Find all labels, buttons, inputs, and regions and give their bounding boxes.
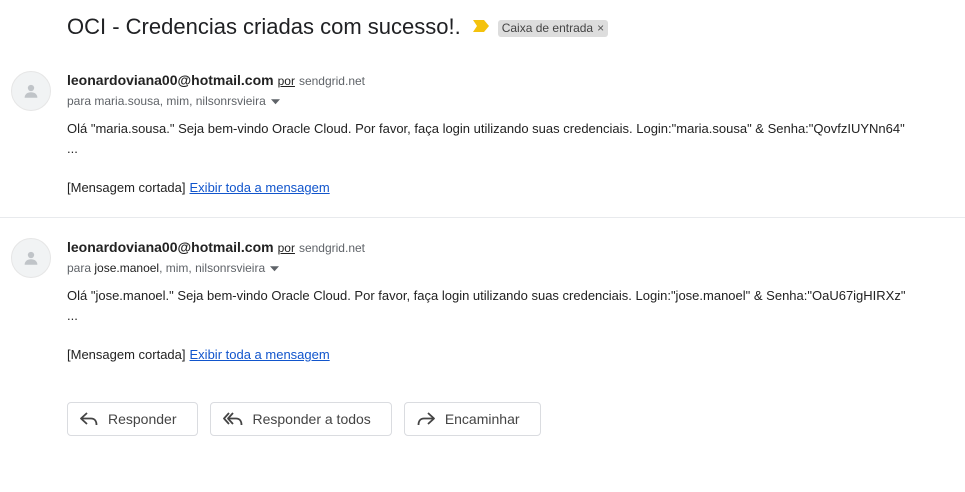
importance-marker-icon[interactable] <box>472 19 489 37</box>
reply-icon <box>80 412 98 426</box>
inbox-label-text: Caixa de entrada <box>501 20 594 35</box>
via-domain: sendgrid.net <box>298 74 365 88</box>
sender-email[interactable]: leonardoviana00@hotmail.com <box>67 239 274 255</box>
view-full-message-link[interactable]: Exibir toda a mensagem <box>190 347 330 362</box>
recipients-line: para jose.manoel, mim, nilsonrsvieira <box>67 261 280 275</box>
trimmed-content-ellipsis[interactable]: ... <box>67 141 78 156</box>
default-avatar-icon[interactable] <box>11 238 51 278</box>
clipped-notice: [Mensagem cortada] Exibir toda a mensagem <box>67 180 330 195</box>
recipient-first: jose.manoel <box>94 261 160 275</box>
via-domain: sendgrid.net <box>298 241 365 255</box>
reply-actions: Responder Responder a todos Encaminhar <box>67 402 553 436</box>
clipped-notice: [Mensagem cortada] Exibir toda a mensagem <box>67 347 330 362</box>
recipients-prefix: para <box>67 261 92 275</box>
sender-email[interactable]: leonardoviana00@hotmail.com <box>67 72 274 88</box>
email-subject: OCI - Credencias criadas com sucesso!. <box>67 14 461 39</box>
recipients-line: para maria.sousa, mim, nilsonrsvieira <box>67 94 280 108</box>
caret-down-icon[interactable] <box>270 94 280 108</box>
clipped-label: [Mensagem cortada] <box>67 347 186 362</box>
reply-all-button[interactable]: Responder a todos <box>209 402 392 436</box>
sender-line: leonardoviana00@hotmail.com por sendgrid.n… <box>67 72 365 88</box>
via-link[interactable]: por <box>278 74 295 88</box>
message-divider <box>0 217 965 218</box>
recipients-rest: , mim, nilsonrsvieira <box>159 261 266 275</box>
sender-line: leonardoviana00@hotmail.com por sendgrid.n… <box>67 239 365 255</box>
forward-icon <box>417 412 435 426</box>
remove-label-icon[interactable]: × <box>597 21 604 35</box>
recipients-rest: , mim, nilsonrsvieira <box>159 94 266 108</box>
reply-all-button-label: Responder a todos <box>252 411 371 427</box>
forward-button-label: Encaminhar <box>444 411 520 427</box>
reply-all-icon <box>222 412 243 426</box>
default-avatar-icon[interactable] <box>11 71 51 111</box>
caret-down-icon[interactable] <box>270 261 280 275</box>
reply-button[interactable]: Responder <box>67 402 198 436</box>
message-body: Olá "maria.sousa." Seja bem-vindo Oracle… <box>67 121 905 136</box>
recipients-prefix: para <box>67 94 92 108</box>
subject-header: OCI - Credencias criadas com sucesso!. C… <box>67 14 609 40</box>
recipient-first: maria.sousa <box>94 94 160 108</box>
clipped-label: [Mensagem cortada] <box>67 180 186 195</box>
view-full-message-link[interactable]: Exibir toda a mensagem <box>190 180 330 195</box>
reply-button-label: Responder <box>108 411 177 427</box>
message-body: Olá "jose.manoel." Seja bem-vindo Oracle… <box>67 288 906 303</box>
inbox-label-chip[interactable]: Caixa de entrada × <box>497 19 609 37</box>
trimmed-content-ellipsis[interactable]: ... <box>67 308 78 323</box>
forward-button[interactable]: Encaminhar <box>403 402 541 436</box>
via-link[interactable]: por <box>278 241 295 255</box>
